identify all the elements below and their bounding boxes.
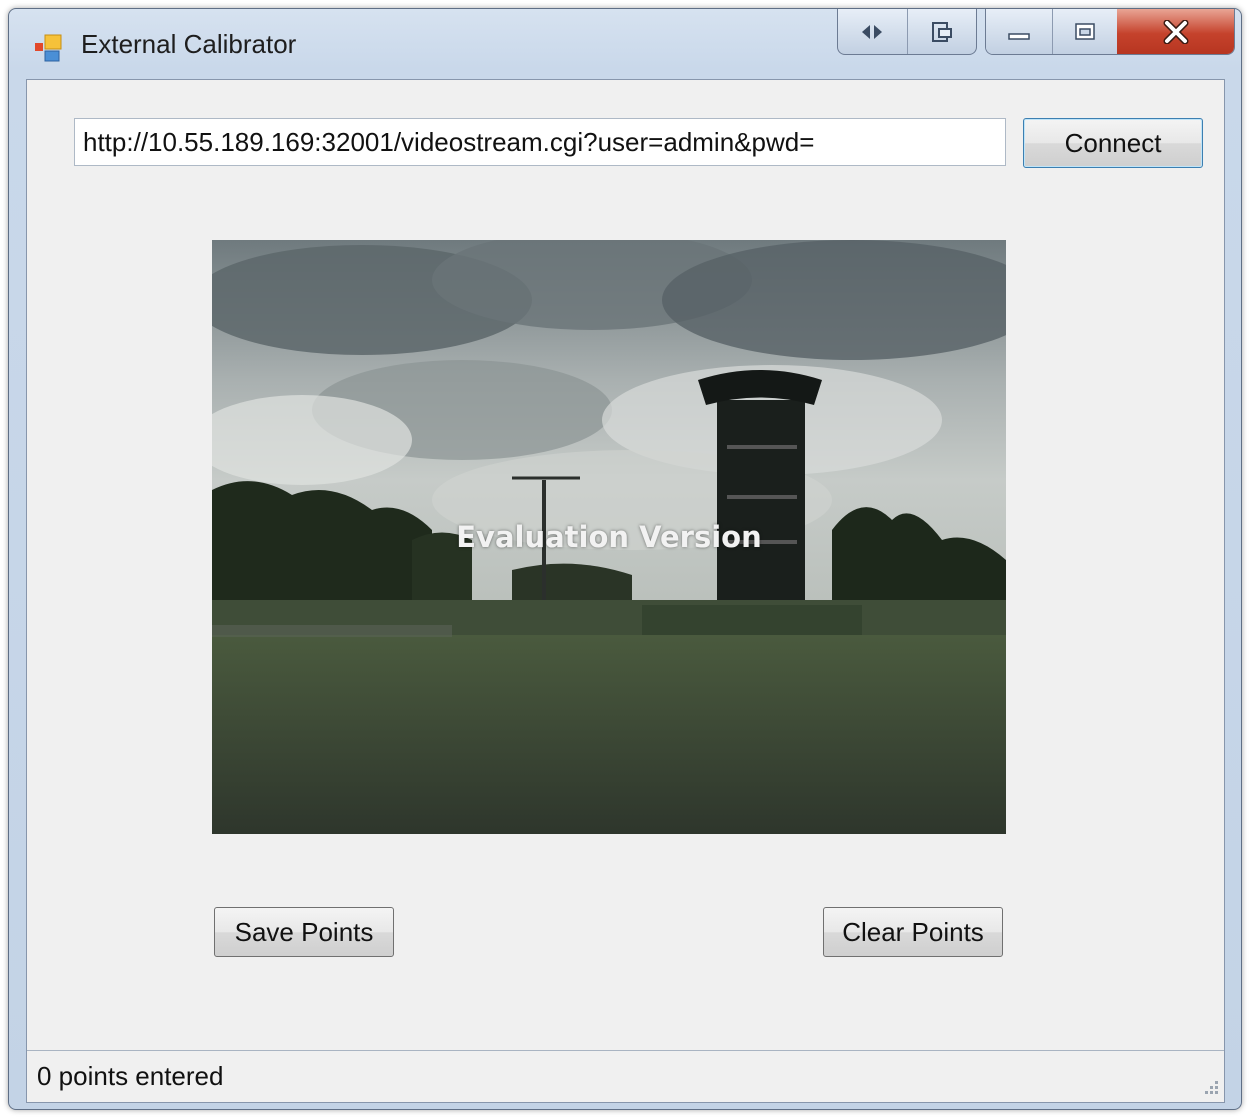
- status-bar: 0 points entered: [27, 1050, 1224, 1102]
- caption-buttons: [985, 9, 1235, 55]
- maximize-button[interactable]: [1053, 9, 1117, 54]
- app-icon: [35, 34, 62, 62]
- video-preview[interactable]: Evaluation Version: [212, 240, 1006, 834]
- maximize-icon: [1075, 22, 1095, 40]
- code-brackets-button[interactable]: [838, 9, 907, 54]
- clear-points-button[interactable]: Clear Points: [823, 907, 1003, 957]
- minimize-button[interactable]: [986, 9, 1053, 54]
- code-brackets-icon: [862, 24, 883, 39]
- client-area: Connect: [26, 79, 1225, 1103]
- export-icon: [931, 21, 952, 42]
- status-text: 0 points entered: [37, 1061, 224, 1091]
- title-bar[interactable]: External Calibrator: [9, 9, 1241, 79]
- stream-url-input[interactable]: [74, 118, 1006, 166]
- evaluation-watermark: Evaluation Version: [456, 520, 762, 554]
- close-icon: [1163, 19, 1188, 44]
- minimize-icon: [1008, 32, 1030, 40]
- close-button[interactable]: [1117, 9, 1234, 54]
- app-window: External Calibrator http://10.55.189.169…: [8, 8, 1242, 1110]
- resize-grip-icon[interactable]: [1198, 1076, 1220, 1098]
- save-points-button[interactable]: Save Points: [214, 907, 394, 957]
- extra-title-buttons: [837, 9, 977, 55]
- window-title: External Calibrator: [81, 29, 297, 59]
- export-button[interactable]: [906, 9, 977, 54]
- connect-button[interactable]: Connect: [1023, 118, 1203, 168]
